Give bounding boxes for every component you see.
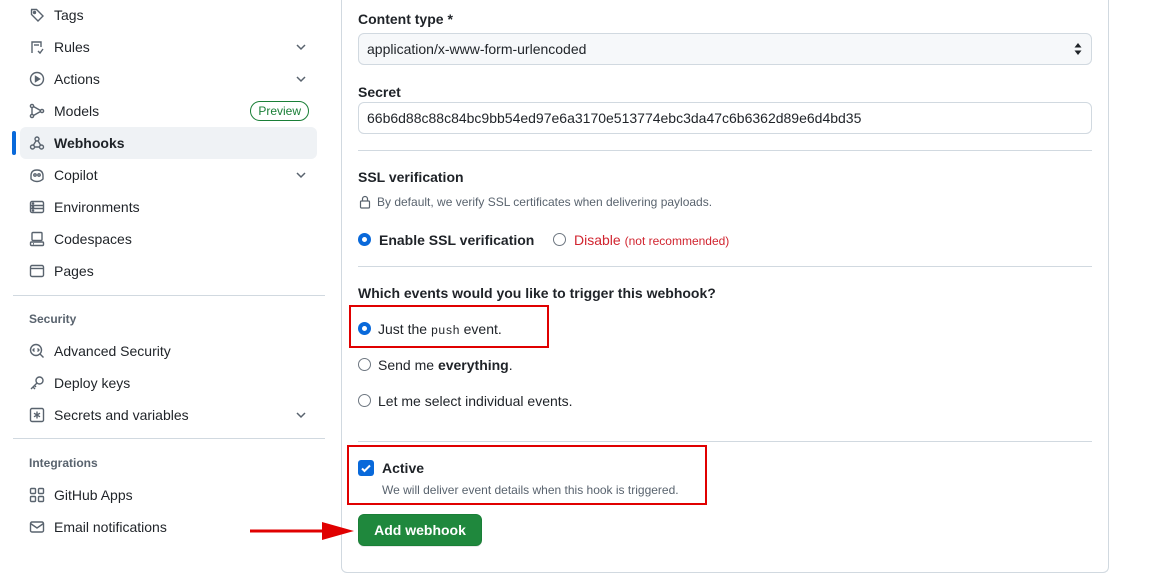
event-select-radio[interactable] (358, 394, 371, 407)
ssl-disable-text: Disable (574, 232, 621, 248)
key-icon (29, 375, 45, 391)
ssl-enable-label[interactable]: Enable SSL verification (379, 232, 534, 248)
codespaces-icon (29, 231, 45, 247)
event-everything-bold: everything (437, 357, 509, 373)
sidebar-item-label: Secrets and variables (54, 407, 189, 423)
security-heading: Security (29, 312, 77, 326)
sidebar-item-label: Email notifications (54, 519, 167, 535)
sidebar-item-github-apps[interactable]: GitHub Apps (20, 479, 317, 511)
sidebar-item-label: Codespaces (54, 231, 132, 247)
settings-sidebar: Tags Rules Actions Models Preview Webhoo… (0, 0, 330, 585)
secret-label: Secret (358, 84, 401, 100)
highlight-push-event (349, 305, 549, 348)
sidebar-item-advanced-security[interactable]: Advanced Security (20, 335, 317, 367)
rules-icon (29, 39, 45, 55)
content-type-select[interactable]: application/x-www-form-urlencoded (358, 33, 1092, 65)
browser-icon (29, 263, 45, 279)
sidebar-item-codespaces[interactable]: Codespaces (20, 223, 317, 255)
events-heading: Which events would you like to trigger t… (358, 285, 716, 301)
red-arrow-icon (250, 522, 354, 540)
secret-input[interactable]: 66b6d88c88c84bc9bb54ed97e6a3170e513774eb… (358, 102, 1092, 134)
webhook-icon (29, 135, 45, 151)
models-icon (29, 103, 45, 119)
chevron-down-icon (296, 44, 306, 51)
event-everything-label[interactable]: Send me everything. (378, 357, 513, 373)
sidebar-item-label: GitHub Apps (54, 487, 133, 503)
sidebar-item-label: Copilot (54, 167, 98, 183)
tag-icon (29, 7, 45, 23)
active-indicator (12, 131, 16, 155)
preview-badge: Preview (250, 101, 309, 121)
ssl-disable-radio[interactable] (553, 233, 566, 246)
sidebar-item-copilot[interactable]: Copilot (20, 159, 317, 191)
server-icon (29, 199, 45, 215)
sidebar-item-rules[interactable]: Rules (20, 31, 317, 63)
select-arrows-icon (1074, 43, 1082, 55)
sidebar-item-models[interactable]: Models Preview (20, 95, 317, 127)
apps-icon (29, 487, 45, 503)
sidebar-item-pages[interactable]: Pages (20, 255, 317, 287)
sidebar-item-label: Models (54, 103, 100, 119)
highlight-active (347, 445, 707, 505)
sidebar-divider (13, 295, 325, 296)
ssl-enable-radio[interactable] (358, 233, 371, 246)
section-divider (358, 441, 1092, 442)
sidebar-item-label: Deploy keys (54, 375, 131, 391)
ssl-disable-note: (not recommended) (624, 234, 730, 248)
section-divider (358, 266, 1092, 267)
sidebar-item-label: Pages (54, 263, 94, 279)
event-everything-radio[interactable] (358, 358, 371, 371)
sidebar-item-webhooks[interactable]: Webhooks (12, 127, 317, 159)
event-everything-prefix: Send me (378, 357, 435, 373)
secret-value: 66b6d88c88c84bc9bb54ed97e6a3170e513774eb… (367, 110, 862, 126)
event-select-label[interactable]: Let me select individual events. (378, 393, 573, 409)
sidebar-divider (13, 438, 325, 439)
section-divider (358, 150, 1092, 151)
mail-icon (29, 519, 45, 535)
ssl-note: By default, we verify SSL certificates w… (358, 195, 712, 209)
ssl-heading: SSL verification (358, 169, 464, 185)
play-circle-icon (29, 71, 45, 87)
chevron-down-icon (296, 172, 306, 179)
ssl-note-text: By default, we verify SSL certificates w… (377, 195, 713, 209)
content-type-value: application/x-www-form-urlencoded (367, 41, 587, 57)
sidebar-item-tags[interactable]: Tags (20, 0, 317, 31)
lock-icon (359, 195, 371, 209)
sidebar-item-actions[interactable]: Actions (20, 63, 317, 95)
sidebar-item-label: Webhooks (54, 135, 125, 151)
asterisk-box-icon (29, 407, 45, 423)
sidebar-item-deploy-keys[interactable]: Deploy keys (20, 367, 317, 399)
sidebar-item-secrets-and-variables[interactable]: Secrets and variables (20, 399, 317, 431)
add-webhook-button[interactable]: Add webhook (358, 514, 482, 546)
shield-search-icon (29, 343, 45, 359)
chevron-down-icon (296, 412, 306, 419)
sidebar-item-label: Rules (54, 39, 90, 55)
ssl-disable-label[interactable]: Disable (not recommended) (574, 232, 729, 248)
copilot-icon (29, 167, 45, 183)
integrations-heading: Integrations (29, 456, 98, 470)
sidebar-item-label: Actions (54, 71, 100, 87)
sidebar-item-label: Environments (54, 199, 140, 215)
content-type-label: Content type * (358, 11, 453, 27)
chevron-down-icon (296, 76, 306, 83)
sidebar-item-environments[interactable]: Environments (20, 191, 317, 223)
sidebar-item-label: Tags (54, 7, 84, 23)
event-everything-suffix: . (508, 357, 513, 373)
sidebar-item-label: Advanced Security (54, 343, 171, 359)
